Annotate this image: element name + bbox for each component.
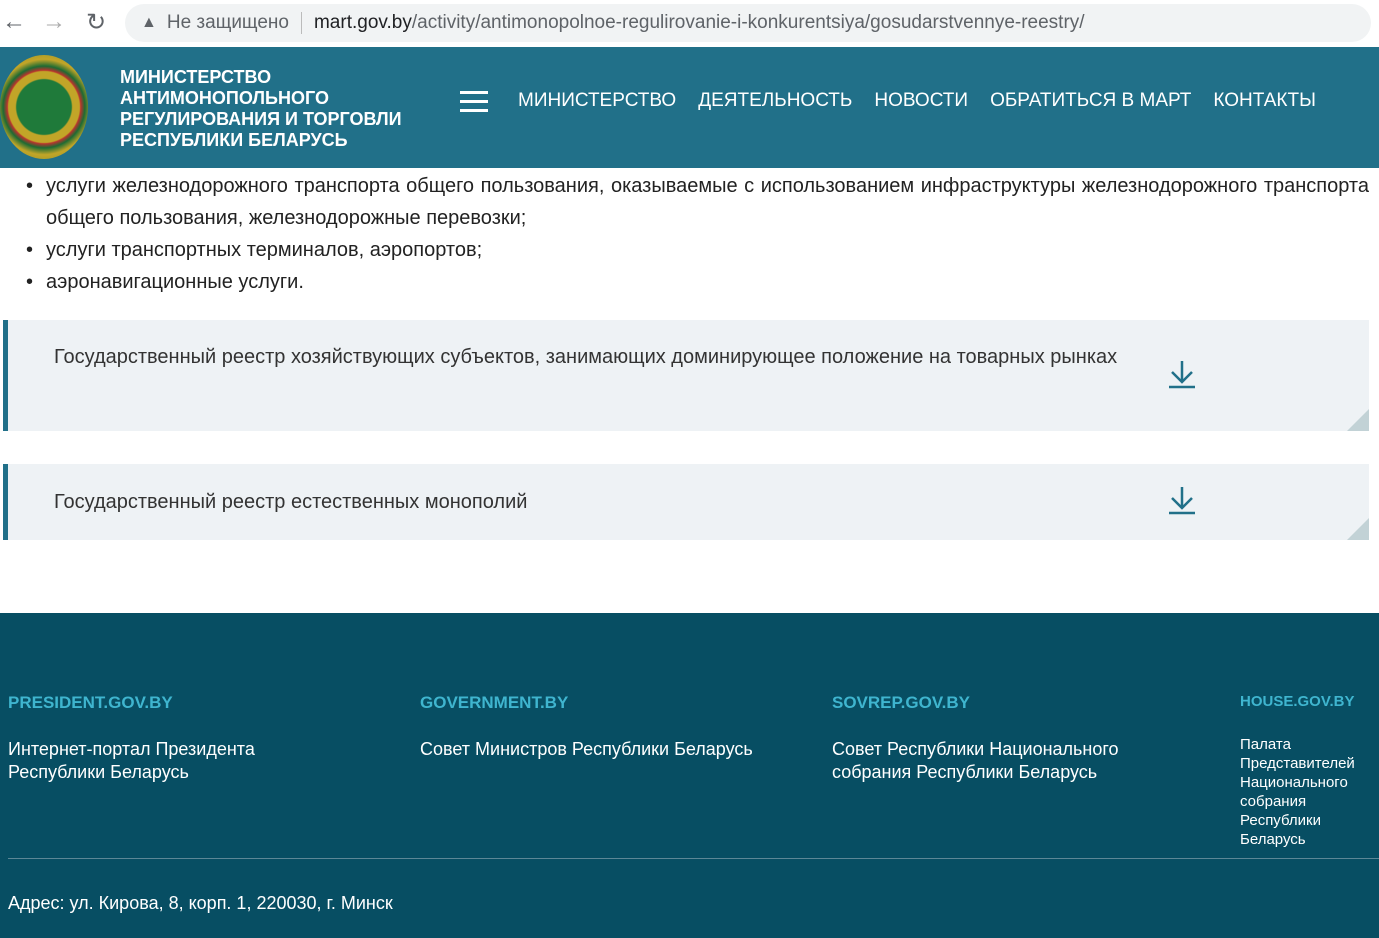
accordion-dominant-entities-registry[interactable]: Государственный реестр хозяйствующих суб… [3, 320, 1369, 431]
title-line: РЕГУЛИРОВАНИЯ И ТОРГОВЛИ [120, 109, 402, 129]
footer-link-house[interactable]: HOUSE.GOV.BY Палата Представителей Нацио… [1240, 693, 1372, 849]
address-bar[interactable]: ▲ Не защищено mart.gov.by/activity/antim… [125, 4, 1371, 42]
accordion-title: Государственный реестр хозяйствующих суб… [54, 346, 1118, 368]
list-item: услуги железнодорожного транспорта общег… [26, 170, 1369, 234]
main-nav: МИНИСТЕРСТВО ДЕЯТЕЛЬНОСТЬ НОВОСТИ ОБРАТИ… [518, 90, 1316, 112]
browser-toolbar: ← → ↻ ▲ Не защищено mart.gov.by/activity… [0, 0, 1379, 47]
list-item: аэронавигационные услуги. [26, 266, 1369, 298]
nav-ministry[interactable]: МИНИСТЕРСТВО [518, 90, 676, 112]
nav-activity[interactable]: ДЕЯТЕЛЬНОСТЬ [698, 90, 852, 112]
download-icon[interactable] [1166, 358, 1198, 390]
footer-link-title[interactable]: SOVREP.GOV.BY [832, 693, 1192, 713]
ministry-emblem-logo[interactable] [0, 55, 88, 159]
footer-link-sovrep[interactable]: SOVREP.GOV.BY Совет Республики Националь… [832, 693, 1192, 784]
footer-link-title[interactable]: GOVERNMENT.BY [420, 693, 820, 713]
security-label: Не защищено [166, 12, 289, 33]
accordion-natural-monopolies-registry[interactable]: Государственный реестр естественных моно… [3, 464, 1369, 540]
corner-marker [1347, 409, 1369, 431]
site-header: МИНИСТЕРСТВО АНТИМОНОПОЛЬНОГО РЕГУЛИРОВА… [0, 47, 1379, 168]
footer-link-government[interactable]: GOVERNMENT.BY Совет Министров Республики… [420, 693, 820, 761]
reload-icon[interactable]: ↻ [86, 8, 106, 37]
services-list: услуги железнодорожного транспорта общег… [0, 170, 1379, 298]
accordion-title: Государственный реестр естественных моно… [54, 491, 528, 513]
url-host: mart.gov.by [313, 12, 412, 33]
warning-icon: ▲ [141, 14, 157, 31]
nav-contact-mart[interactable]: ОБРАТИТЬСЯ В МАРТ [990, 90, 1191, 112]
title-line: РЕСПУБЛИКИ БЕЛАРУСЬ [120, 130, 348, 150]
divider [300, 12, 302, 34]
footer-link-desc: Интернет-портал Президента Республики Бе… [8, 739, 255, 782]
list-item: услуги транспортных терминалов, аэропорт… [26, 234, 1369, 266]
hamburger-menu-icon[interactable] [460, 91, 488, 113]
footer-link-desc: Совет Республики Национального собрания … [832, 739, 1119, 782]
url-path: /activity/antimonopolnoe-regulirovanie-i… [411, 12, 1085, 33]
footer-link-desc: Совет Министров Республики Беларусь [420, 739, 753, 759]
site-footer: PRESIDENT.GOV.BY Интернет-портал Президе… [0, 613, 1379, 938]
forward-icon[interactable]: → [42, 8, 66, 36]
corner-marker [1347, 518, 1369, 540]
footer-divider [8, 858, 1379, 859]
main-content: услуги железнодорожного транспорта общег… [0, 170, 1379, 298]
footer-link-title[interactable]: PRESIDENT.GOV.BY [8, 693, 408, 713]
back-icon[interactable]: ← [2, 8, 26, 36]
title-line: МИНИСТЕРСТВО [120, 67, 272, 87]
title-line: АНТИМОНОПОЛЬНОГО [120, 88, 329, 108]
nav-news[interactable]: НОВОСТИ [874, 90, 968, 112]
footer-address: Адрес: ул. Кирова, 8, корп. 1, 220030, г… [8, 893, 393, 913]
footer-link-desc: Палата Представителей Национального собр… [1240, 736, 1355, 848]
download-icon[interactable] [1166, 484, 1198, 516]
footer-link-title[interactable]: HOUSE.GOV.BY [1240, 693, 1372, 710]
nav-contacts[interactable]: КОНТАКТЫ [1213, 90, 1316, 112]
site-title[interactable]: МИНИСТЕРСТВО АНТИМОНОПОЛЬНОГО РЕГУЛИРОВА… [120, 67, 402, 151]
footer-link-president[interactable]: PRESIDENT.GOV.BY Интернет-портал Президе… [8, 693, 408, 784]
